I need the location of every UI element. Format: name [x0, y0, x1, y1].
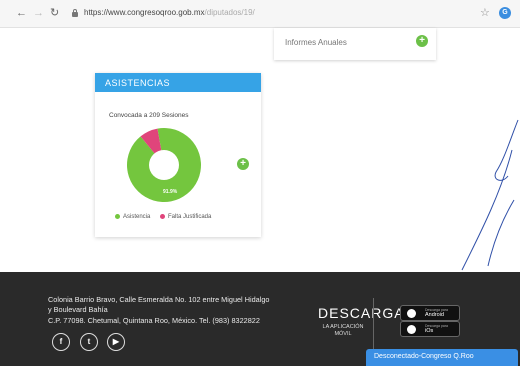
url-path: /diputados/19/: [204, 8, 255, 17]
legend-item-falta-justificada: Falta Justificada: [160, 214, 211, 220]
ios-store-button[interactable]: Descarga para iOs: [400, 321, 460, 337]
footer-divider: [373, 298, 374, 350]
percent-data-label: 91.9%: [163, 189, 178, 195]
forward-icon[interactable]: →: [33, 7, 44, 19]
chat-status-label: Desconectado-Congreso Q.Roo: [374, 353, 474, 360]
plus-icon: +: [419, 35, 425, 46]
asistencias-expand-button[interactable]: +: [237, 158, 249, 170]
address-line-2: y Boulevard Bahía: [48, 305, 108, 314]
address-line-1: Colonia Barrio Bravo, Calle Esmeralda No…: [48, 295, 270, 304]
twitter-icon[interactable]: t: [80, 333, 98, 351]
aplicacion-movil-label: LA APLICACIÓN MÓVIL: [322, 324, 364, 337]
informes-anuales-label: Informes Anuales: [285, 38, 347, 47]
asistencias-card: ASISTENCIAS Convocada a 209 Sesiones 91.…: [95, 73, 261, 237]
chat-status-tab[interactable]: Desconectado-Congreso Q.Roo: [366, 349, 518, 366]
legend-item-asistencia: Asistencia: [115, 214, 150, 220]
legend-label: Falta Justificada: [168, 214, 212, 221]
asistencias-title: ASISTENCIAS: [105, 78, 171, 88]
descarga-heading: DESCARGA: [318, 305, 405, 321]
youtube-icon[interactable]: ▶: [107, 333, 125, 351]
back-icon[interactable]: ←: [16, 7, 27, 19]
facebook-icon[interactable]: f: [52, 333, 70, 351]
android-icon: [407, 309, 416, 318]
legend-swatch: [160, 214, 165, 219]
store-name: Android: [425, 312, 444, 318]
profile-avatar[interactable]: G: [499, 7, 511, 19]
android-store-button[interactable]: Descarga para Android: [400, 305, 460, 321]
store-name: iOs: [425, 328, 434, 334]
legend-swatch: [115, 214, 120, 219]
lock-icon: [72, 9, 78, 17]
informes-expand-button[interactable]: +: [416, 35, 428, 47]
sessions-subtitle: Convocada a 209 Sesiones: [109, 112, 189, 119]
browser-toolbar: ← → ↻ https://www.congresoqroo.gob.mx/di…: [0, 0, 520, 28]
plus-icon: +: [240, 158, 246, 169]
legend-label: Asistencia: [123, 214, 151, 221]
address-line-3: C.P. 77098. Chetumal, Quintana Roo, Méxi…: [48, 316, 260, 325]
star-icon[interactable]: ☆: [480, 6, 490, 19]
informes-anuales-card: Informes Anuales +: [274, 28, 436, 60]
url-host: https://www.congresoqroo.gob.mx: [84, 8, 205, 17]
handwritten-signature: [461, 119, 519, 271]
address-bar[interactable]: https://www.congresoqroo.gob.mx/diputado…: [84, 8, 255, 17]
apple-icon: [407, 325, 416, 334]
donut-hole: [149, 150, 179, 180]
reload-icon[interactable]: ↻: [50, 7, 59, 19]
